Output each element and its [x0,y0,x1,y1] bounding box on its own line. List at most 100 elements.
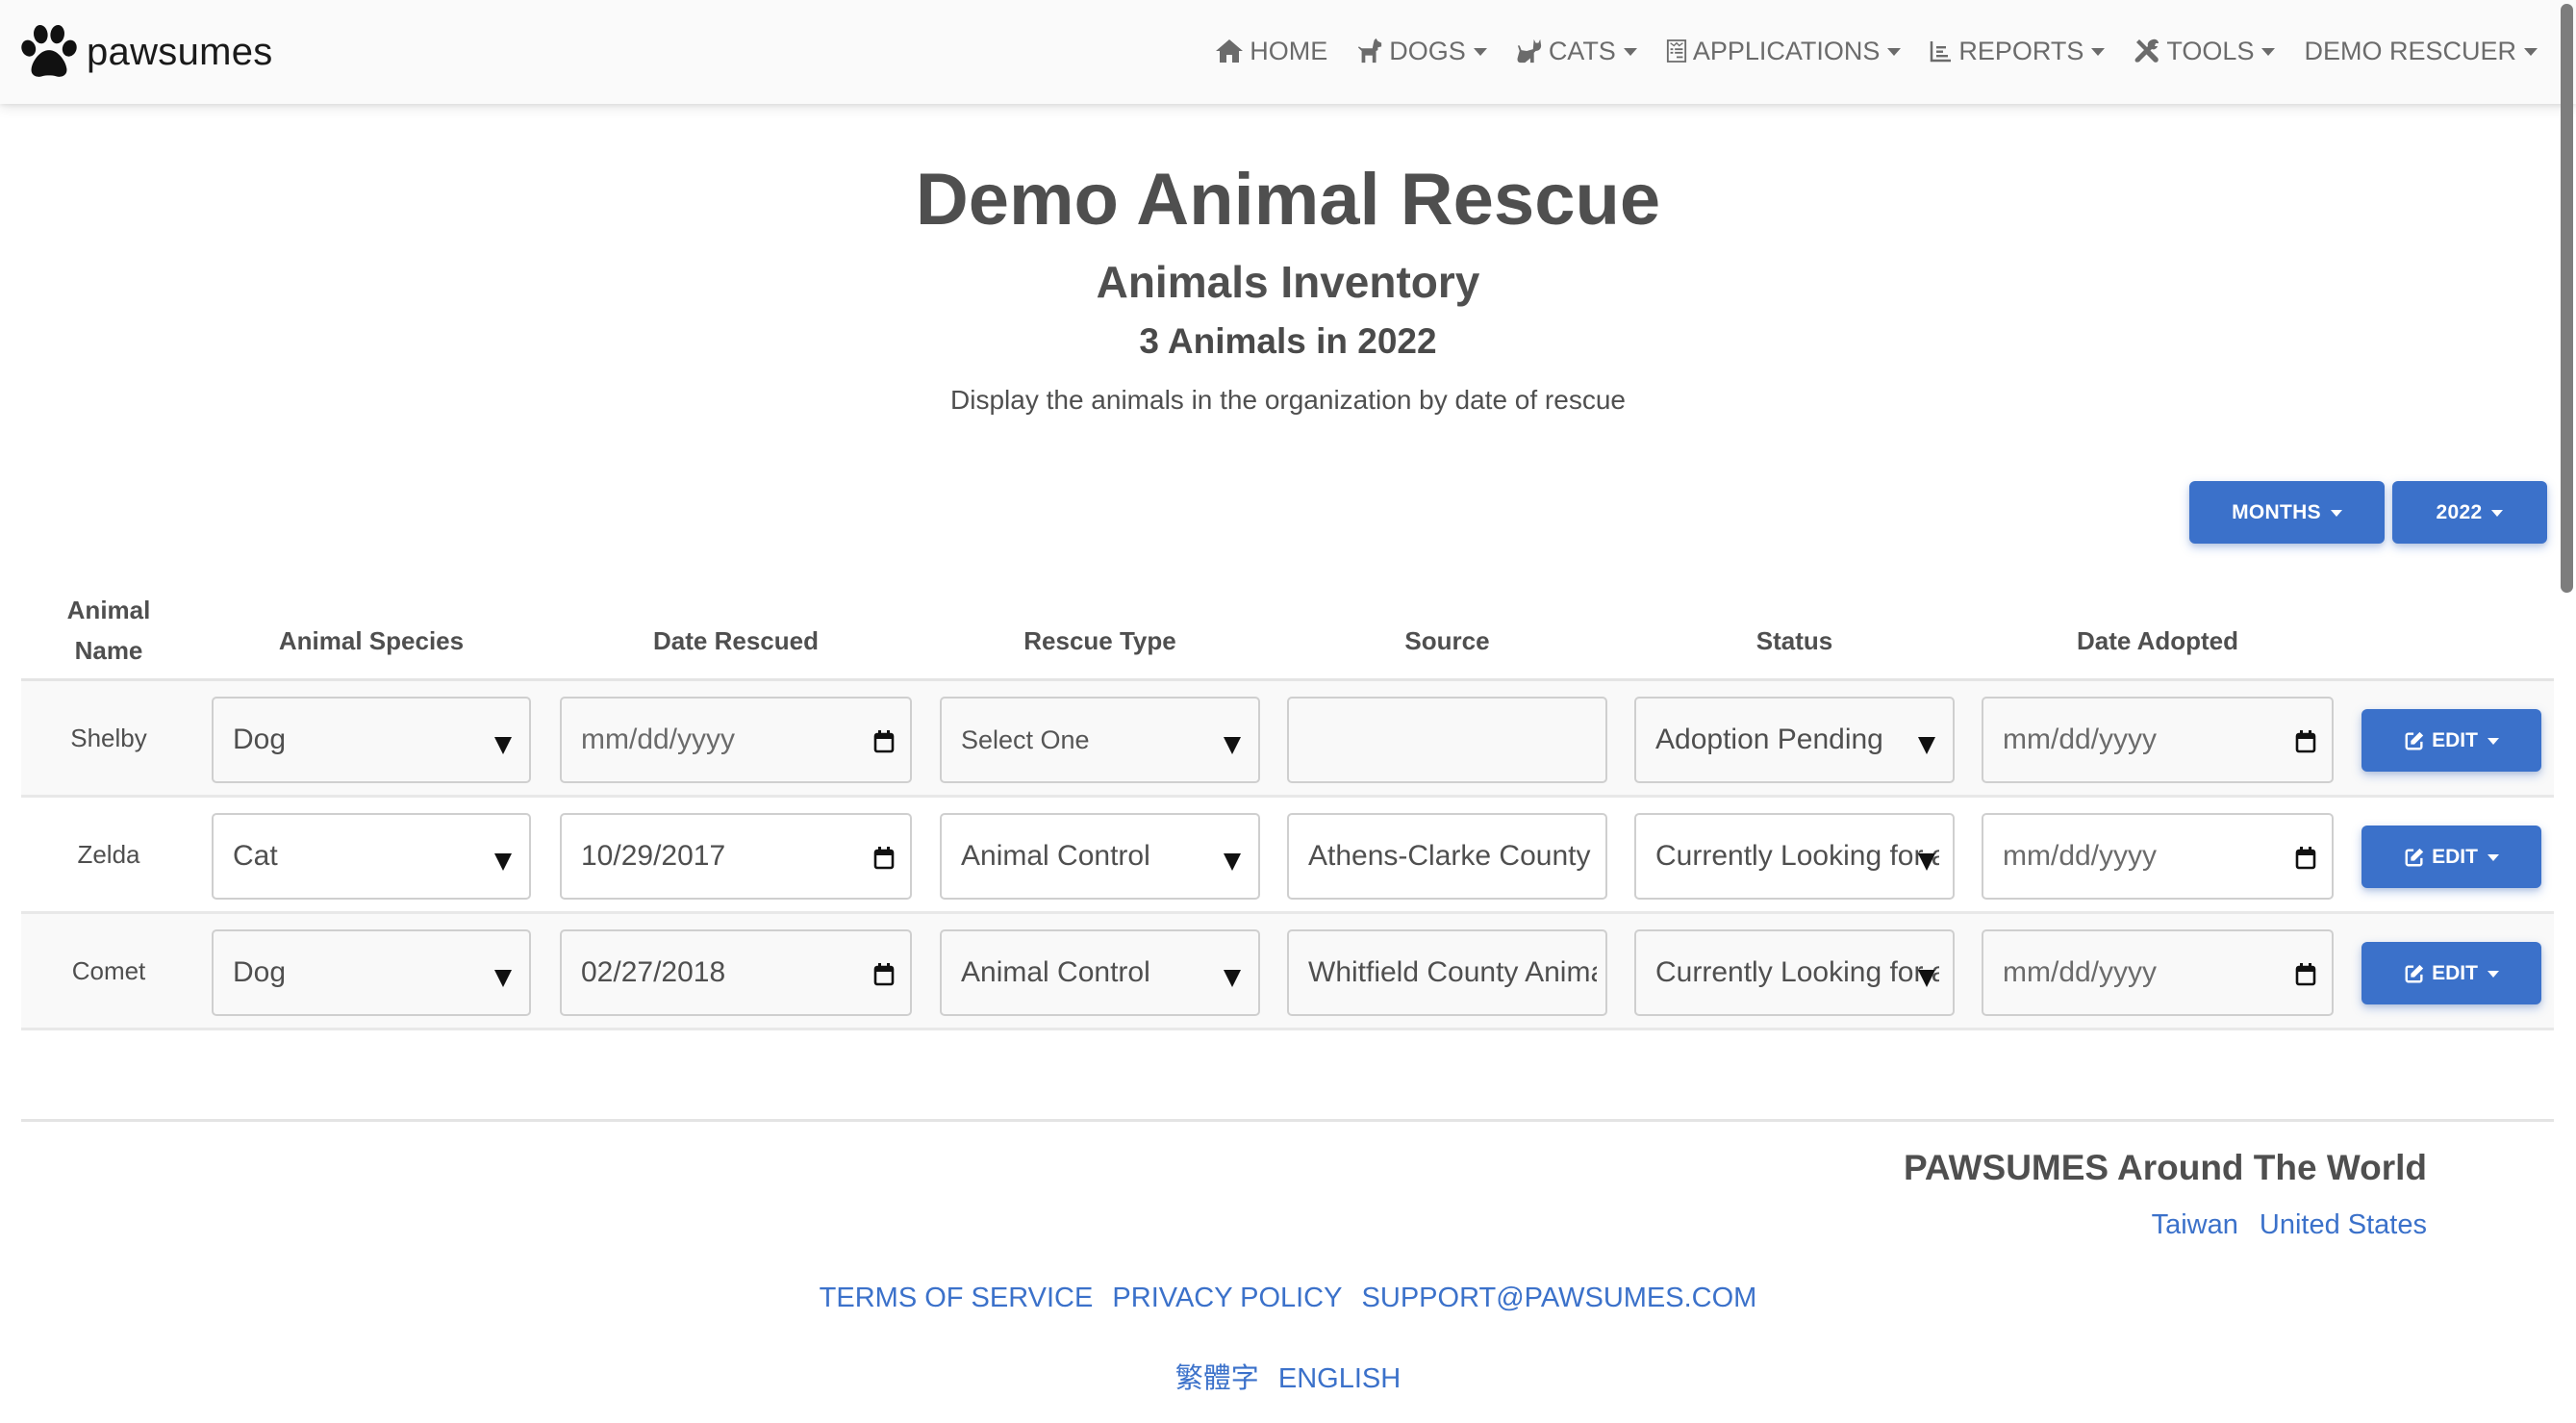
footer-links: TERMS OF SERVICE PRIVACY POLICY SUPPORT@… [0,1283,2576,1314]
language-links: 繁體字 ENGLISH [0,1356,2576,1396]
rescue-type-select[interactable]: Animal Control [940,929,1260,1016]
date-adopted-value: mm/dd/yyyy [2003,956,2158,988]
source-value: Whitfield County Animal Shelter [1308,956,1597,988]
nav-cats-label: CATS [1548,36,1616,65]
chevron-down-icon [1623,48,1637,56]
nav-dogs-label: DOGS [1389,36,1466,65]
species-select[interactable]: Cat [212,813,531,900]
support-email-link[interactable]: SUPPORT@PAWSUMES.COM [1362,1283,1757,1313]
date-rescued-input[interactable]: 02/27/2018 [560,929,912,1016]
edit-dropdown-button[interactable]: EDIT [2361,826,2541,888]
nav-user-menu[interactable]: DEMO RESCUER [2304,37,2538,66]
column-header-name-line2: Name [74,636,143,665]
chart-icon [1931,41,1952,63]
chevron-down-icon [2487,738,2499,745]
table-row: Comet Dog 02/27/2018 Animal Control Whit… [21,914,2554,1030]
date-rescued-input[interactable]: 10/29/2017 [560,813,912,900]
status-select[interactable]: Adoption Pending [1634,697,1955,783]
animals-table: Animal Name Animal Species Date Rescued … [21,577,2554,1030]
world-links: Taiwan United States [2152,1209,2427,1241]
select-arrow-icon [494,970,512,987]
select-arrow-icon [494,737,512,754]
chevron-down-icon [2261,48,2276,56]
column-header-date-rescued: Date Rescued [653,626,819,655]
edit-button-label: EDIT [2432,961,2478,984]
species-value: Dog [233,956,287,988]
calendar-icon[interactable] [873,727,895,754]
rescue-type-value: Animal Control [961,956,1150,988]
species-select[interactable]: Dog [212,929,531,1016]
date-adopted-input[interactable]: mm/dd/yyyy [1982,813,2334,900]
rescue-type-value: Animal Control [961,840,1150,872]
chevron-down-icon [1887,48,1902,56]
select-arrow-icon [1224,853,1241,871]
calendar-icon[interactable] [2295,844,2316,871]
date-adopted-value: mm/dd/yyyy [2003,724,2158,755]
animal-name: Zelda [77,839,140,869]
species-value: Dog [233,724,287,755]
select-arrow-icon [1918,737,1935,754]
calendar-icon[interactable] [2295,960,2316,987]
nav-home[interactable]: HOME [1215,37,1327,66]
source-input[interactable]: Athens-Clarke County Animal Services [1287,813,1607,900]
tools-icon [2135,38,2159,63]
select-arrow-icon [494,853,512,871]
nav-tools[interactable]: TOOLS [2134,37,2276,66]
chevron-down-icon [1473,48,1487,56]
calendar-icon[interactable] [873,844,895,871]
main-nav: HOME DOGS CATS APPLICATIONS REPORTS TOOL… [1186,31,2538,71]
nav-reports[interactable]: REPORTS [1930,36,2106,66]
animal-count: 3 Animals in 2022 [1139,321,1437,361]
calendar-icon[interactable] [873,960,895,987]
status-select[interactable]: Currently Looking for a Home [1634,813,1955,900]
brand-name: pawsumes [87,30,273,73]
source-input[interactable] [1287,697,1607,783]
nav-reports-label: REPORTS [1958,36,2084,65]
period-dropdown-button[interactable]: MONTHS [2189,481,2385,544]
animal-name: Comet [71,955,146,985]
nav-user-label: DEMO RESCUER [2304,36,2516,65]
vertical-scrollbar[interactable] [2520,0,2576,1423]
world-link-taiwan[interactable]: Taiwan [2152,1209,2238,1241]
scrollbar-thumb[interactable] [2561,4,2573,593]
table-body: Shelby Dog mm/dd/yyyy Select One Adoptio… [21,681,2554,1030]
column-header-name: Animal Name [21,590,196,671]
source-input[interactable]: Whitfield County Animal Shelter [1287,929,1607,1016]
status-select[interactable]: Currently Looking for a Home [1634,929,1955,1016]
status-value: Currently Looking for a Home [1655,840,1939,872]
edit-icon [2405,964,2424,982]
column-header-status: Status [1755,626,1833,655]
calendar-icon[interactable] [2295,727,2316,754]
page-description: Display the animals in the organization … [950,385,1626,415]
rescue-type-select[interactable]: Animal Control [940,813,1260,900]
edit-icon [2405,731,2424,750]
rescue-type-select[interactable]: Select One [940,697,1260,783]
dog-icon [1358,38,1382,64]
column-header-name-line1: Animal [66,596,151,624]
world-link-united-states[interactable]: United States [2260,1209,2427,1241]
edit-icon [2405,848,2424,866]
chevron-down-icon [2487,854,2499,861]
status-value: Currently Looking for a Home [1655,956,1939,988]
date-adopted-value: mm/dd/yyyy [2003,840,2158,872]
chevron-down-icon [2330,510,2342,517]
edit-dropdown-button[interactable]: EDIT [2361,942,2541,1004]
period-dropdown-label: MONTHS [2232,500,2321,523]
species-select[interactable]: Dog [212,697,531,783]
privacy-policy-link[interactable]: PRIVACY POLICY [1112,1283,1342,1313]
nav-applications[interactable]: APPLICATIONS [1666,37,1902,66]
date-adopted-input[interactable]: mm/dd/yyyy [1982,929,2334,1016]
language-english[interactable]: ENGLISH [1278,1363,1401,1394]
table-row: Shelby Dog mm/dd/yyyy Select One Adoptio… [21,681,2554,798]
terms-of-service-link[interactable]: TERMS OF SERVICE [820,1283,1094,1313]
edit-dropdown-button[interactable]: EDIT [2361,709,2541,772]
edit-button-label: EDIT [2432,845,2478,868]
brand-logo-link[interactable]: pawsumes [19,23,273,81]
date-rescued-input[interactable]: mm/dd/yyyy [560,697,912,783]
language-traditional-chinese[interactable]: 繁體字 [1175,1363,1259,1394]
nav-cats[interactable]: CATS [1516,37,1637,66]
select-arrow-icon [1918,970,1935,987]
date-adopted-input[interactable]: mm/dd/yyyy [1982,697,2334,783]
nav-dogs[interactable]: DOGS [1356,37,1487,66]
page-title: Demo Animal Rescue [915,159,1661,241]
